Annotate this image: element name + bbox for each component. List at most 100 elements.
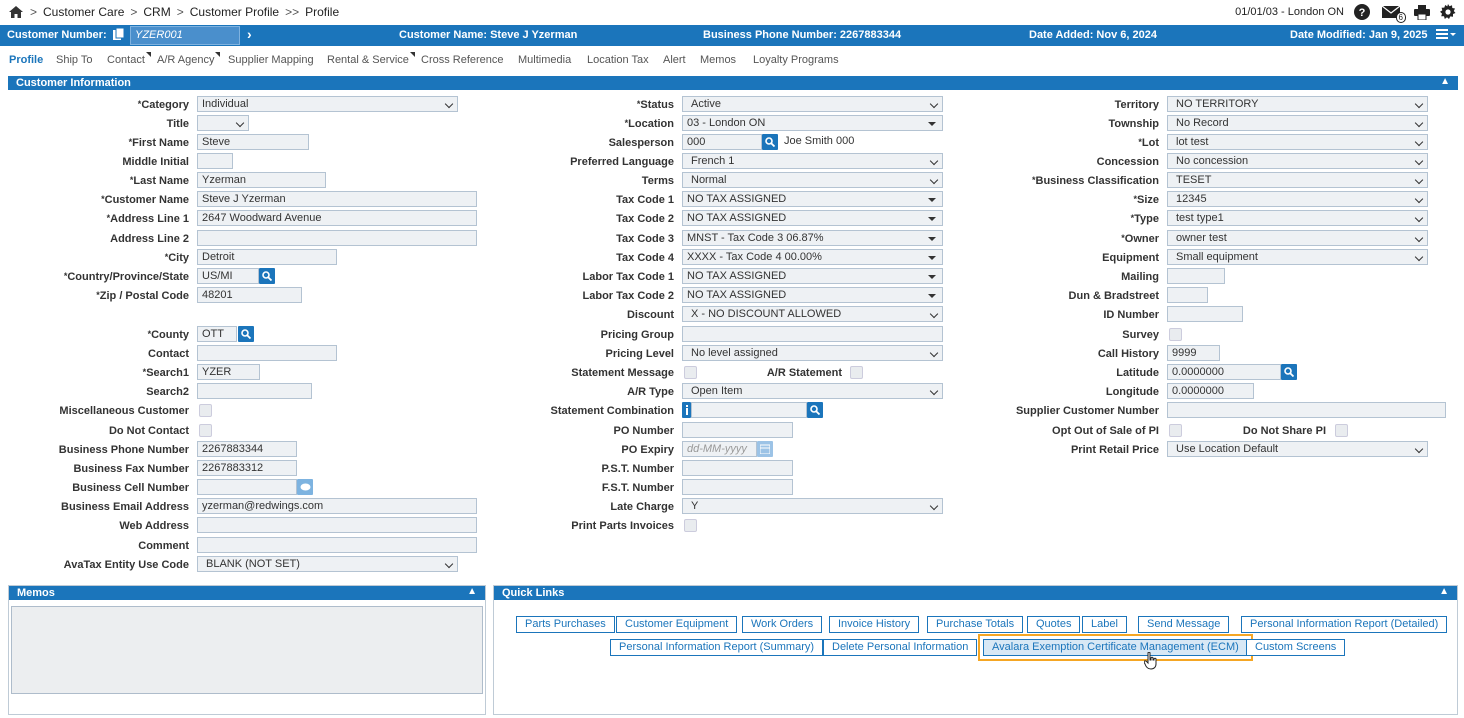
title-select[interactable]	[197, 115, 249, 131]
business-cell-input[interactable]	[197, 479, 297, 495]
comment-input[interactable]	[197, 537, 477, 553]
middle-initial-input[interactable]	[197, 153, 233, 169]
location-select[interactable]: 03 - London ON	[682, 115, 943, 131]
next-arrow-icon[interactable]: ›	[247, 26, 252, 42]
county-input[interactable]: OTT	[197, 326, 237, 342]
mail-icon[interactable]: 6	[1380, 4, 1406, 23]
tab-profile[interactable]: Profile	[9, 54, 43, 66]
salesperson-input[interactable]: 000	[682, 134, 762, 150]
labor-tax-code-1-select[interactable]: NO TAX ASSIGNED	[682, 268, 943, 284]
print-parts-invoices-checkbox[interactable]	[684, 519, 697, 532]
concession-select[interactable]: No concession	[1167, 153, 1428, 169]
last-name-input[interactable]: Yzerman	[197, 172, 326, 188]
contact-input[interactable]	[197, 345, 337, 361]
pricing-level-select[interactable]: No level assigned	[682, 345, 943, 361]
tab-contact[interactable]: Contact	[107, 52, 151, 66]
status-select[interactable]: Active	[682, 96, 943, 112]
breadcrumb-customer-care[interactable]: Customer Care	[43, 5, 124, 19]
terms-select[interactable]: Normal	[682, 172, 943, 188]
home-icon[interactable]	[8, 4, 24, 20]
preferred-language-select[interactable]: French 1	[682, 153, 943, 169]
latitude-search-icon[interactable]	[1281, 364, 1297, 380]
business-fax-input[interactable]: 2267883312	[197, 460, 297, 476]
territory-select[interactable]: NO TERRITORY	[1167, 96, 1428, 112]
address-line-1-input[interactable]: 2647 Woodward Avenue	[197, 210, 477, 226]
calendar-icon[interactable]	[757, 441, 773, 457]
statement-message-checkbox[interactable]	[684, 366, 697, 379]
fst-number-input[interactable]	[682, 479, 793, 495]
city-input[interactable]: Detroit	[197, 249, 337, 265]
county-search-icon[interactable]	[238, 326, 254, 342]
discount-select[interactable]: X - NO DISCOUNT ALLOWED	[682, 306, 943, 322]
late-charge-select[interactable]: Y	[682, 498, 943, 514]
po-expiry-input[interactable]: dd-MM-yyyy	[682, 441, 757, 457]
invoice-history-button[interactable]: Invoice History	[829, 616, 920, 633]
salesperson-search-icon[interactable]	[762, 134, 778, 150]
po-number-input[interactable]	[682, 422, 793, 438]
customer-equipment-button[interactable]: Customer Equipment	[616, 616, 738, 633]
misc-customer-checkbox[interactable]	[199, 404, 212, 417]
breadcrumb-customer-profile[interactable]: Customer Profile	[190, 5, 279, 19]
tax-code-1-select[interactable]: NO TAX ASSIGNED	[682, 191, 943, 207]
web-address-input[interactable]	[197, 517, 477, 533]
do-not-share-checkbox[interactable]	[1335, 424, 1348, 437]
dun-bradstreet-input[interactable]	[1167, 287, 1208, 303]
id-number-input[interactable]	[1167, 306, 1243, 322]
collapse-icon[interactable]: ▲	[467, 586, 477, 597]
tab-ar-agency[interactable]: A/R Agency	[157, 52, 222, 66]
zip-input[interactable]: 48201	[197, 287, 302, 303]
first-name-input[interactable]: Steve	[197, 134, 309, 150]
township-select[interactable]: No Record	[1167, 115, 1428, 131]
business-classification-select[interactable]: TESET	[1167, 172, 1428, 188]
location-label[interactable]: 01/01/03 - London ON	[1235, 6, 1344, 18]
tab-multimedia[interactable]: Multimedia	[518, 54, 571, 66]
pst-number-input[interactable]	[682, 460, 793, 476]
latitude-input[interactable]: 0.0000000	[1167, 364, 1281, 380]
tax-code-3-select[interactable]: MNST - Tax Code 3 06.87%	[682, 230, 943, 246]
avalara-ecm-button[interactable]: Avalara Exemption Certificate Management…	[978, 634, 1253, 661]
tab-location-tax[interactable]: Location Tax	[587, 54, 649, 66]
owner-select[interactable]: owner test	[1167, 230, 1428, 246]
equipment-select[interactable]: Small equipment	[1167, 249, 1428, 265]
gear-icon[interactable]	[1440, 4, 1456, 20]
tab-memos[interactable]: Memos	[700, 54, 736, 66]
type-select[interactable]: test type1	[1167, 210, 1428, 226]
tab-alert[interactable]: Alert	[663, 54, 686, 66]
country-input[interactable]: US/MI	[197, 268, 259, 284]
ar-type-select[interactable]: Open Item	[682, 383, 943, 399]
address-line-2-input[interactable]	[197, 230, 477, 246]
search2-input[interactable]	[197, 383, 312, 399]
collapse-icon[interactable]: ▲	[1440, 76, 1450, 87]
purchase-totals-button[interactable]: Purchase Totals	[927, 616, 1024, 633]
pricing-group-input[interactable]	[682, 326, 943, 342]
custom-screens-button[interactable]: Custom Screens	[1246, 639, 1346, 656]
mailing-input[interactable]	[1167, 268, 1225, 284]
country-search-icon[interactable]	[259, 268, 275, 284]
category-select[interactable]: Individual	[197, 96, 458, 112]
breadcrumb-crm[interactable]: CRM	[143, 5, 170, 19]
parts-purchases-button[interactable]: Parts Purchases	[516, 616, 615, 633]
collapse-icon[interactable]: ▲	[1439, 586, 1449, 597]
statement-combination-search-icon[interactable]	[807, 402, 823, 418]
tab-loyalty-programs[interactable]: Loyalty Programs	[753, 54, 839, 66]
personal-info-summary-button[interactable]: Personal Information Report (Summary)	[610, 639, 824, 656]
print-retail-price-select[interactable]: Use Location Default	[1167, 441, 1428, 457]
labor-tax-code-2-select[interactable]: NO TAX ASSIGNED	[682, 287, 943, 303]
supplier-customer-number-input[interactable]	[1167, 402, 1446, 418]
label-button[interactable]: Label	[1082, 616, 1127, 633]
longitude-input[interactable]: 0.0000000	[1167, 383, 1254, 399]
search1-input[interactable]: YZER	[197, 364, 260, 380]
personal-info-detailed-button[interactable]: Personal Information Report (Detailed)	[1241, 616, 1448, 633]
tax-code-2-select[interactable]: NO TAX ASSIGNED	[682, 210, 943, 226]
delete-personal-info-button[interactable]: Delete Personal Information	[823, 639, 978, 656]
help-icon[interactable]: ?	[1354, 4, 1370, 20]
lot-select[interactable]: lot test	[1167, 134, 1428, 150]
size-select[interactable]: 12345	[1167, 191, 1428, 207]
tab-cross-reference[interactable]: Cross Reference	[421, 54, 504, 66]
info-icon[interactable]	[682, 402, 691, 418]
memos-textarea[interactable]	[11, 606, 483, 694]
tab-ship-to[interactable]: Ship To	[56, 54, 93, 66]
business-email-input[interactable]: yzerman@redwings.com	[197, 498, 477, 514]
opt-out-checkbox[interactable]	[1169, 424, 1182, 437]
tax-code-4-select[interactable]: XXXX - Tax Code 4 00.00%	[682, 249, 943, 265]
